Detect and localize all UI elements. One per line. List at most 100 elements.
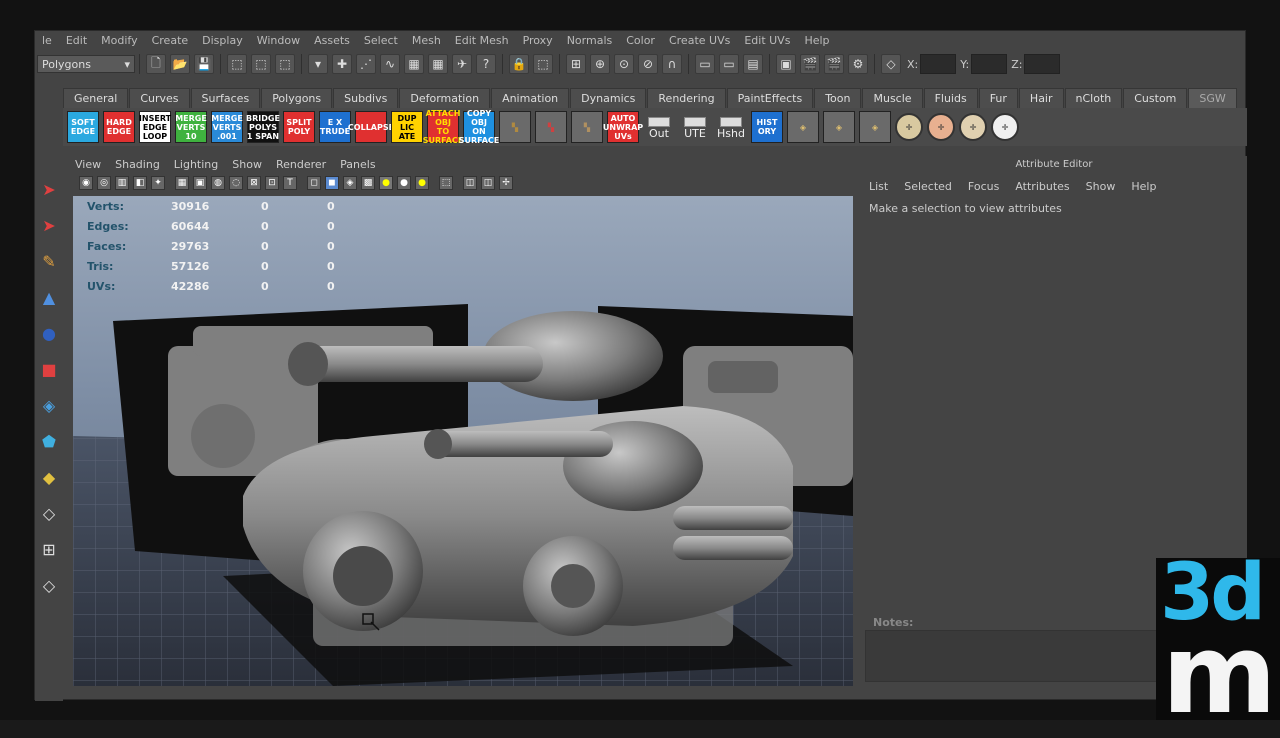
pick-mask-dynamics-icon[interactable]: ✈ <box>452 54 472 74</box>
shelf-tab-muscle[interactable]: Muscle <box>862 88 923 108</box>
shelf-tab-surfaces[interactable]: Surfaces <box>190 88 261 108</box>
screen-space-ao-icon[interactable]: ● <box>415 176 429 190</box>
shelf-tab-curves[interactable]: Curves <box>129 88 190 108</box>
render-view-icon[interactable]: ▣ <box>776 54 796 74</box>
shelf-button[interactable]: SPLIT POLY <box>283 111 315 143</box>
shelf-tab-toon[interactable]: Toon <box>814 88 862 108</box>
shelf-button[interactable]: E X TRUDE <box>319 111 351 143</box>
isolate-select-icon[interactable]: ⬚ <box>439 176 453 190</box>
menu-item-normals[interactable]: Normals <box>560 34 620 47</box>
menu-item-display[interactable]: Display <box>195 34 250 47</box>
menu-item-modify[interactable]: Modify <box>94 34 144 47</box>
menu-item-create-uvs[interactable]: Create UVs <box>662 34 737 47</box>
select-tool-icon[interactable]: ➤ <box>37 177 61 201</box>
viewport-menu-shading[interactable]: Shading <box>115 158 160 171</box>
cube-tool-icon[interactable]: ◈ <box>823 111 855 143</box>
shelf-tab-deformation[interactable]: Deformation <box>399 88 491 108</box>
select-component-icon[interactable]: ⬚ <box>275 54 295 74</box>
resolution-gate-icon[interactable]: ◍ <box>211 176 225 190</box>
menu-item-color[interactable]: Color <box>619 34 662 47</box>
soft-mod-tool-icon[interactable]: ⬟ <box>37 429 61 453</box>
filter-icon[interactable]: ▾ <box>308 54 328 74</box>
render-current-icon[interactable]: 🎬 <box>800 54 820 74</box>
new-scene-icon[interactable]: 🗋 <box>146 54 166 74</box>
shelf-tab-hair[interactable]: Hair <box>1018 88 1064 108</box>
uv-cylindrical-icon[interactable]: ▚ <box>535 111 567 143</box>
viewport-menu-lighting[interactable]: Lighting <box>174 158 218 171</box>
four-view-layout-icon[interactable]: ⊞ <box>37 537 61 561</box>
pick-mask-misc-icon[interactable]: ? <box>476 54 496 74</box>
shelf-tab-subdivs[interactable]: Subdivs <box>333 88 399 108</box>
wireframe-on-shaded-icon[interactable]: ◈ <box>343 176 357 190</box>
use-all-lights-icon[interactable]: ● <box>379 176 393 190</box>
shelf-button[interactable]: ATTACH OBJ TO SURFACE <box>423 109 464 145</box>
shelf-tab-ncloth[interactable]: nCloth <box>1064 88 1123 108</box>
menu-item-help[interactable]: Help <box>797 34 836 47</box>
snap-view-plane-icon[interactable]: ⊘ <box>638 54 658 74</box>
last-tool-icon[interactable]: ◆ <box>37 465 61 489</box>
menu-item-mesh[interactable]: Mesh <box>405 34 448 47</box>
uv-spherical-icon[interactable]: ▚ <box>571 111 603 143</box>
shelf-button[interactable]: BRIDGE POLYS 1 SPAN <box>246 111 280 143</box>
persp-outliner-layout-icon[interactable]: ◇ <box>37 573 61 597</box>
x-coord-field[interactable] <box>920 54 957 74</box>
shelf-button[interactable]: COLLAPSE <box>348 111 394 143</box>
viewport-menu-show[interactable]: Show <box>232 158 262 171</box>
shelf-tab-fluids[interactable]: Fluids <box>923 88 978 108</box>
attribute-menu-show[interactable]: Show <box>1086 180 1116 193</box>
scale-tool-icon[interactable]: ■ <box>37 357 61 381</box>
menu-item-window[interactable]: Window <box>250 34 307 47</box>
shelf-button[interactable]: INSERT EDGE LOOP <box>139 111 171 143</box>
uv-planar-icon[interactable]: ▚ <box>499 111 531 143</box>
menu-item-edit[interactable]: Edit <box>59 34 94 47</box>
attribute-menu-attributes[interactable]: Attributes <box>1015 180 1069 193</box>
construction-history-icon[interactable]: ▤ <box>743 54 763 74</box>
lock-icon[interactable]: 🔒 <box>509 54 529 74</box>
shelf-tab-dynamics[interactable]: Dynamics <box>570 88 647 108</box>
shelf-text-button[interactable]: Out <box>643 111 675 143</box>
select-hierarchy-icon[interactable]: ⬚ <box>227 54 247 74</box>
shelf-tab-painteffects[interactable]: PaintEffects <box>726 88 814 108</box>
attribute-menu-list[interactable]: List <box>869 180 888 193</box>
lasso-tool-icon[interactable]: ➤ <box>37 213 61 237</box>
menu-item-le[interactable]: le <box>35 34 59 47</box>
shelf-button[interactable]: DUP LIC ATE <box>391 111 423 143</box>
shelf-tab-general[interactable]: General <box>63 88 129 108</box>
crosshair-blue-icon[interactable]: ✛ <box>959 113 987 141</box>
single-perspective-layout-icon[interactable]: ◇ <box>37 501 61 525</box>
safe-action-icon[interactable]: ⊡ <box>265 176 279 190</box>
shelf-button[interactable]: MERGE VERTS 10 <box>175 111 207 143</box>
menu-item-assets[interactable]: Assets <box>307 34 357 47</box>
menu-item-create[interactable]: Create <box>145 34 196 47</box>
pick-mask-params-icon[interactable]: ⋰ <box>356 54 376 74</box>
2d-pan-zoom-icon[interactable]: ✦ <box>151 176 165 190</box>
snap-grid-icon[interactable]: ⊞ <box>566 54 586 74</box>
xray-icon[interactable]: ◫ <box>463 176 477 190</box>
attribute-menu-help[interactable]: Help <box>1131 180 1156 193</box>
notes-field[interactable] <box>865 630 1195 682</box>
perspective-viewport[interactable]: Verts: 30916 0 0 Edges: 60644 0 0 Faces: 29763 0 0 T… <box>73 196 853 686</box>
gate-mask-icon[interactable]: ◌ <box>229 176 243 190</box>
pick-mask-points-icon[interactable]: ✚ <box>332 54 352 74</box>
manipulator-tool-icon[interactable]: ◈ <box>37 393 61 417</box>
output-ops-icon[interactable]: ▭ <box>719 54 739 74</box>
highlight-selection-icon[interactable]: ⬚ <box>533 54 553 74</box>
mode-selector[interactable]: Polygons ▾ <box>37 55 135 73</box>
attribute-menu-selected[interactable]: Selected <box>904 180 952 193</box>
shelf-tab-animation[interactable]: Animation <box>491 88 570 108</box>
transform-mode-icon[interactable]: ◇ <box>881 54 901 74</box>
film-gate-icon[interactable]: ▣ <box>193 176 207 190</box>
shelf-text-button[interactable]: Hshd <box>715 111 747 143</box>
shadows-icon[interactable]: ● <box>397 176 411 190</box>
crosshair-orange-icon[interactable]: ✛ <box>927 113 955 141</box>
render-settings-icon[interactable]: ⚙ <box>848 54 868 74</box>
image-plane-icon[interactable]: ◧ <box>133 176 147 190</box>
shelf-tab-rendering[interactable]: Rendering <box>647 88 726 108</box>
shelf-tab-fur[interactable]: Fur <box>978 88 1018 108</box>
shelf-button[interactable]: COPY OBJ ON SURFACE <box>459 109 500 145</box>
paint-select-tool-icon[interactable]: ✎ <box>37 249 61 273</box>
xray-components-icon[interactable]: ✢ <box>499 176 513 190</box>
z-coord-field[interactable] <box>1024 54 1061 74</box>
pick-mask-surfaces-icon[interactable]: ▦ <box>404 54 424 74</box>
make-live-icon[interactable]: ∩ <box>662 54 682 74</box>
